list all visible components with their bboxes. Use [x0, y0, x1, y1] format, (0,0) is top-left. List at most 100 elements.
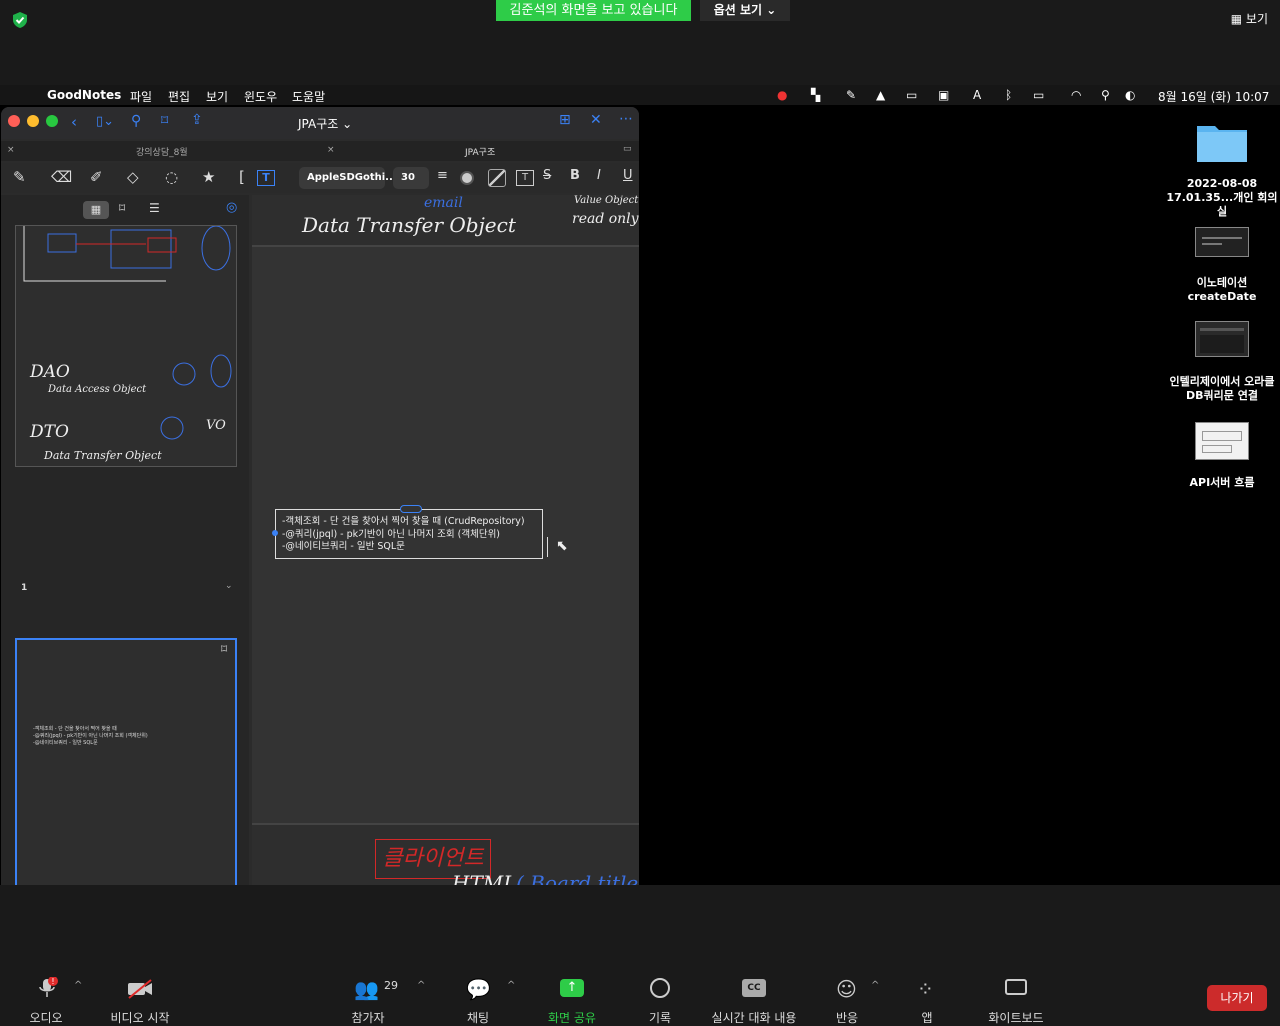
menu-file[interactable]: 파일	[130, 88, 152, 105]
menu-edit[interactable]: 편집	[168, 88, 190, 105]
control-center-icon[interactable]: ◐	[1125, 88, 1135, 102]
bookmarks-view-icon[interactable]: ⌑	[119, 201, 125, 215]
text-tool-icon[interactable]: T	[257, 170, 275, 186]
highlighter-icon[interactable]: ✐	[90, 168, 103, 186]
participants-icon[interactable]: 👥	[354, 977, 379, 1001]
reactions-caret[interactable]: ^	[871, 980, 879, 991]
image-icon[interactable]: [	[239, 168, 245, 186]
menubar-app-name[interactable]: GoodNotes	[47, 88, 121, 102]
wifi-icon[interactable]: ◠	[1071, 88, 1081, 102]
elements-icon[interactable]: ★	[202, 168, 215, 186]
minimize-window-button[interactable]	[27, 115, 39, 127]
font-selector[interactable]: AppleSDGothi...	[299, 167, 397, 189]
lasso-icon[interactable]: ◌	[165, 168, 178, 186]
battery-icon[interactable]: ▭	[1033, 88, 1044, 102]
start-video-label[interactable]: 비디오 시작	[100, 1009, 180, 1026]
italic-button[interactable]: I	[597, 168, 601, 183]
text-box[interactable]: -객체조회 - 단 건을 찾아서 찍어 찾을 때 (CrudRepository…	[272, 505, 543, 559]
pin-icon[interactable]: ✎	[846, 88, 856, 102]
view-button[interactable]: ▦ 보기	[1231, 10, 1268, 27]
share-screen-icon[interactable]: ↑	[560, 979, 584, 997]
search-icon[interactable]: ⚲	[1101, 88, 1110, 102]
text-box-handle[interactable]	[400, 505, 422, 513]
audio-options-caret[interactable]: ^	[74, 980, 82, 991]
view-options-button[interactable]: 옵션 보기 ⌄	[700, 0, 790, 21]
close-tab-icon[interactable]: ×	[7, 145, 15, 155]
underline-button[interactable]: U	[623, 168, 633, 183]
microphone-muted-icon[interactable]: !	[36, 976, 58, 999]
bookmark-icon[interactable]: ⌑	[221, 642, 227, 656]
zoom-window-button[interactable]	[46, 115, 58, 127]
text-box-content[interactable]: -객체조회 - 단 건을 찾아서 찍어 찾을 때 (CrudRepository…	[282, 516, 525, 554]
tab-layout-icon[interactable]: ▭	[623, 144, 632, 154]
captions-icon[interactable]: CC	[742, 979, 766, 997]
menubar-datetime[interactable]: 8월 16일 (화) 10:07	[1158, 88, 1269, 105]
chat-icon[interactable]: 💬	[466, 977, 491, 1001]
folder-icon[interactable]	[1195, 120, 1249, 164]
select-icon[interactable]: ◎	[226, 200, 237, 215]
tab-right[interactable]: JPA구조	[465, 145, 495, 158]
tab-left[interactable]: 강의상담_8월	[136, 145, 188, 158]
chat-caret[interactable]: ^	[507, 980, 515, 991]
display-icon[interactable]: ▣	[938, 88, 949, 102]
app-grid-icon[interactable]: ▚	[811, 88, 820, 102]
input-method-icon[interactable]: A	[973, 88, 981, 102]
share-icon[interactable]: ⇪	[191, 112, 203, 128]
font-size-selector[interactable]: 30	[393, 167, 429, 189]
outline-view-icon[interactable]: ☰	[149, 201, 160, 215]
bookmark-icon[interactable]: ⌑	[161, 113, 168, 129]
leave-button[interactable]: 나가기	[1207, 985, 1267, 1011]
close-tab-icon[interactable]: ×	[327, 145, 335, 155]
more-icon[interactable]: ⋯	[619, 111, 633, 127]
document-title[interactable]: JPA구조 ⌄	[298, 115, 352, 132]
whiteboard-label[interactable]: 화이트보드	[978, 1009, 1054, 1026]
menu-help[interactable]: 도움말	[292, 88, 325, 105]
desktop-thumb-3[interactable]	[1195, 422, 1249, 460]
fill-icon[interactable]	[488, 169, 506, 187]
audio-label[interactable]: 오디오	[20, 1009, 72, 1026]
strikethrough-button[interactable]: S	[543, 168, 551, 183]
shapes-icon[interactable]: ◇	[127, 168, 139, 186]
apps-icon[interactable]: ⁘	[917, 977, 934, 1001]
chat-label[interactable]: 채팅	[456, 1009, 500, 1026]
board-title-text: ( Board title)	[516, 871, 639, 885]
text-style-icon[interactable]: T	[516, 170, 534, 186]
note-canvas[interactable]: Data Transfer Object email Value Object …	[252, 195, 639, 885]
page-1-menu-icon[interactable]: ⌄	[225, 581, 233, 591]
close-pen-icon[interactable]: ✕	[590, 112, 602, 128]
captions-label[interactable]: 실시간 대화 내용	[700, 1009, 808, 1026]
whiteboard-icon[interactable]	[1005, 979, 1027, 995]
share-screen-label[interactable]: 화면 공유	[540, 1009, 604, 1026]
resize-handle-left[interactable]	[272, 530, 278, 536]
apps-label[interactable]: 앱	[911, 1009, 943, 1026]
menu-view[interactable]: 보기	[206, 88, 228, 105]
video-off-icon[interactable]	[127, 979, 153, 999]
window-icon[interactable]: ▭	[906, 88, 917, 102]
desktop-thumb-2[interactable]	[1195, 321, 1249, 357]
record-icon[interactable]	[650, 978, 670, 998]
color-picker[interactable]	[460, 171, 474, 185]
page-thumbnail-1[interactable]: DAO Data Access Object DTO Data Transfer…	[15, 225, 237, 467]
pen-icon[interactable]: ✎	[13, 168, 26, 186]
participants-label[interactable]: 참가자	[340, 1009, 396, 1026]
chat-status-icon[interactable]: ●	[777, 88, 787, 102]
menu-window[interactable]: 윈도우	[244, 88, 277, 105]
back-icon[interactable]: ‹	[71, 113, 77, 131]
drive-icon[interactable]: ▲	[876, 88, 885, 102]
page-thumbnail-2[interactable]: ⌑ -객체조회 - 단 건을 찾아서 찍어 찾을 때 -@쿼리(jpql) - …	[15, 638, 237, 885]
bold-button[interactable]: B	[570, 168, 580, 183]
sidebar-toggle-icon[interactable]: ▯⌄	[96, 114, 114, 129]
reactions-label[interactable]: 반응	[826, 1009, 868, 1026]
participants-caret[interactable]: ^	[417, 980, 425, 991]
thumbnails-view-icon[interactable]: ▦	[83, 201, 109, 219]
eraser-icon[interactable]: ⌫	[51, 168, 72, 186]
align-icon[interactable]: ≡	[437, 168, 448, 183]
record-label[interactable]: 기록	[640, 1009, 680, 1026]
shield-icon[interactable]	[11, 11, 29, 29]
bluetooth-icon[interactable]: ᛒ	[1005, 88, 1012, 102]
search-icon[interactable]: ⚲	[131, 113, 141, 129]
add-page-icon[interactable]: ⊞	[559, 112, 571, 128]
desktop-thumb-1[interactable]	[1195, 227, 1249, 257]
reactions-icon[interactable]: ☺	[836, 977, 857, 1001]
close-window-button[interactable]	[8, 115, 20, 127]
